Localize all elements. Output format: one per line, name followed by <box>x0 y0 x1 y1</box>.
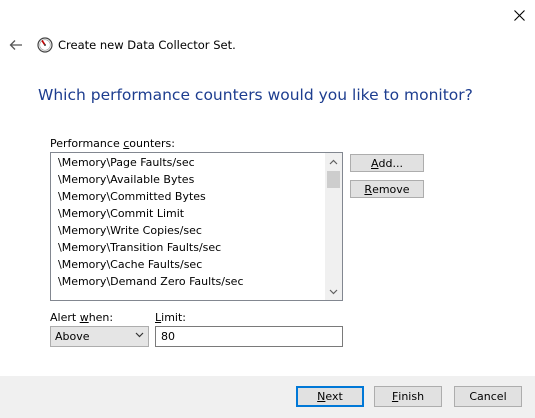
close-icon <box>513 9 525 21</box>
close-button[interactable] <box>503 0 535 30</box>
cancel-button[interactable]: Cancel <box>454 386 522 407</box>
finish-button[interactable]: Finish <box>374 386 442 407</box>
list-item[interactable]: \Memory\Transition Faults/sec <box>58 241 221 254</box>
list-item[interactable]: \Memory\Demand Zero Faults/sec <box>58 275 244 288</box>
limit-input[interactable]: 80 <box>155 326 343 347</box>
next-button[interactable]: Next <box>296 386 364 407</box>
performance-counters-list[interactable]: \Memory\Page Faults/sec \Memory\Availabl… <box>50 152 343 301</box>
data-collector-icon <box>37 37 53 53</box>
window-title: Create new Data Collector Set. <box>58 38 236 52</box>
list-item[interactable]: \Memory\Page Faults/sec <box>58 156 195 169</box>
scroll-down-button[interactable] <box>325 283 342 300</box>
limit-value: 80 <box>161 330 175 343</box>
scroll-up-button[interactable] <box>325 153 342 170</box>
list-item[interactable]: \Memory\Cache Faults/sec <box>58 258 202 271</box>
chevron-down-icon <box>329 289 338 294</box>
chevron-up-icon <box>329 159 338 164</box>
add-button[interactable]: Add... <box>350 154 424 172</box>
alert-when-select[interactable]: Above <box>50 326 149 347</box>
performance-counters-label: Performance counters: <box>50 137 175 150</box>
back-button[interactable] <box>6 35 26 55</box>
remove-button[interactable]: Remove <box>350 180 424 198</box>
list-item[interactable]: \Memory\Write Copies/sec <box>58 224 202 237</box>
list-item[interactable]: \Memory\Available Bytes <box>58 173 194 186</box>
scrollbar-thumb[interactable] <box>327 171 340 188</box>
vertical-scrollbar[interactable] <box>325 153 342 300</box>
list-item[interactable]: \Memory\Commit Limit <box>58 207 184 220</box>
alert-when-value: Above <box>55 330 90 343</box>
back-arrow-icon <box>9 40 22 50</box>
page-heading: Which performance counters would you lik… <box>38 86 473 104</box>
list-item[interactable]: \Memory\Committed Bytes <box>58 190 206 203</box>
alert-when-label: Alert when: <box>50 311 114 324</box>
chevron-down-icon <box>135 332 144 338</box>
limit-label: Limit: <box>155 311 186 324</box>
